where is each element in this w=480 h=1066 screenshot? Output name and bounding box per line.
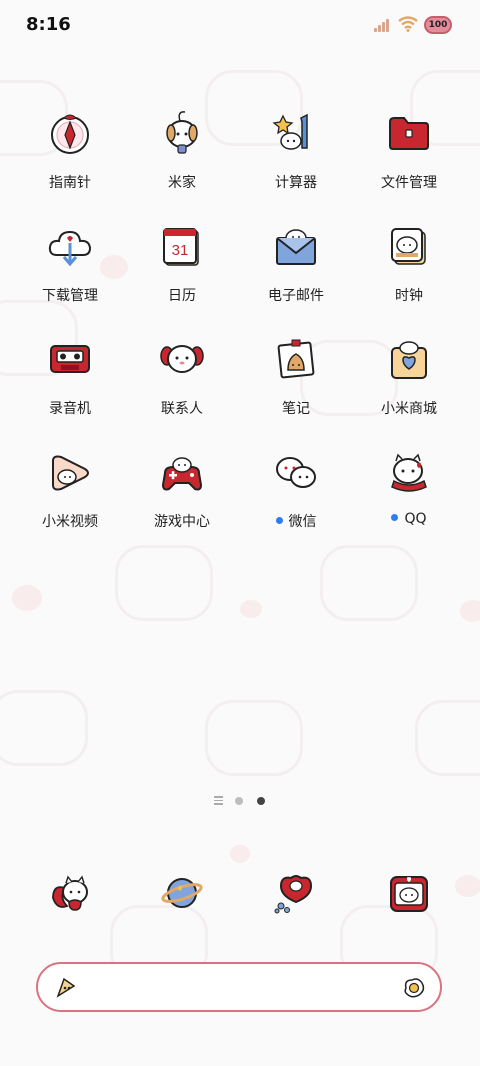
video-icon xyxy=(45,447,95,497)
app-contacts[interactable]: 联系人 xyxy=(126,334,238,418)
dock-browser[interactable] xyxy=(126,868,238,918)
app-label: 日历 xyxy=(168,288,196,304)
battery-icon: 100 xyxy=(424,16,452,34)
app-notes[interactable]: 笔记 xyxy=(240,334,352,418)
app-label: 计算器 xyxy=(275,175,317,191)
menu-icon[interactable] xyxy=(214,796,223,805)
app-recorder[interactable]: 录音机 xyxy=(14,334,126,418)
app-calendar[interactable]: 31 日历 xyxy=(126,221,238,305)
app-clock[interactable]: 时钟 xyxy=(353,221,465,305)
app-label: 下载管理 xyxy=(42,288,98,304)
mail-icon xyxy=(271,221,321,271)
svg-text:31: 31 xyxy=(172,242,189,259)
camera-cat-icon xyxy=(384,868,434,918)
app-label: 联系人 xyxy=(161,401,203,417)
mijia-icon xyxy=(157,108,207,158)
contacts-icon xyxy=(157,334,207,384)
calculator-icon xyxy=(271,108,321,158)
notes-icon xyxy=(271,334,321,384)
clock-icon xyxy=(384,221,434,271)
app-label: 米家 xyxy=(168,175,196,191)
folder-icon xyxy=(384,108,434,158)
assistant-icon[interactable] xyxy=(54,976,78,1000)
egg-search-icon[interactable] xyxy=(402,976,426,1000)
app-label: 文件管理 xyxy=(381,175,437,191)
app-label: 笔记 xyxy=(282,401,310,417)
gamepad-icon xyxy=(157,447,207,497)
app-label: 游戏中心 xyxy=(154,514,210,530)
search-bar[interactable] xyxy=(36,962,442,1012)
app-label: 小米商城 xyxy=(381,401,437,417)
app-compass[interactable]: 指南针 xyxy=(14,108,126,192)
dock-camera[interactable] xyxy=(353,868,465,918)
app-mi-store[interactable]: 小米商城 xyxy=(353,334,465,418)
app-label: 小米视频 xyxy=(42,514,98,530)
app-label: 微信 xyxy=(288,514,317,530)
app-calculator[interactable]: 计算器 xyxy=(240,108,352,192)
app-qq[interactable]: QQ xyxy=(353,447,465,527)
page-dot-2-active[interactable] xyxy=(257,797,265,805)
app-file-manager[interactable]: 文件管理 xyxy=(353,108,465,192)
calendar-icon: 31 xyxy=(157,221,207,271)
messages-heart-icon xyxy=(271,868,321,918)
wifi-icon xyxy=(398,16,418,32)
browser-planet-icon xyxy=(157,868,207,918)
shop-icon xyxy=(384,334,434,384)
signal-icon xyxy=(374,18,392,32)
dock-messages[interactable] xyxy=(240,868,352,918)
page-indicator[interactable] xyxy=(0,796,480,810)
wechat-icon xyxy=(271,447,321,497)
app-label: 电子邮件 xyxy=(268,288,324,304)
app-download-manager[interactable]: 下载管理 xyxy=(14,221,126,305)
compass-icon xyxy=(45,108,95,158)
qq-icon xyxy=(384,447,434,497)
app-label: QQ xyxy=(404,511,427,527)
app-label: 时钟 xyxy=(395,288,423,304)
app-mi-video[interactable]: 小米视频 xyxy=(14,447,126,531)
phone-cat-icon xyxy=(45,868,95,918)
new-notification-dot xyxy=(391,514,399,521)
app-email[interactable]: 电子邮件 xyxy=(240,221,352,305)
page-dot-1[interactable] xyxy=(235,797,243,805)
recorder-icon xyxy=(45,334,95,384)
app-wechat[interactable]: 微信 xyxy=(240,447,352,531)
app-mijia[interactable]: 米家 xyxy=(126,108,238,192)
app-label: 录音机 xyxy=(49,401,91,417)
app-game-center[interactable]: 游戏中心 xyxy=(126,447,238,531)
status-time: 8:16 xyxy=(26,14,71,35)
dock-phone[interactable] xyxy=(14,868,126,918)
new-notification-dot xyxy=(275,517,283,524)
download-cloud-icon xyxy=(45,221,95,271)
status-bar: 8:16 100 xyxy=(0,0,480,50)
app-label: 指南针 xyxy=(49,175,91,191)
